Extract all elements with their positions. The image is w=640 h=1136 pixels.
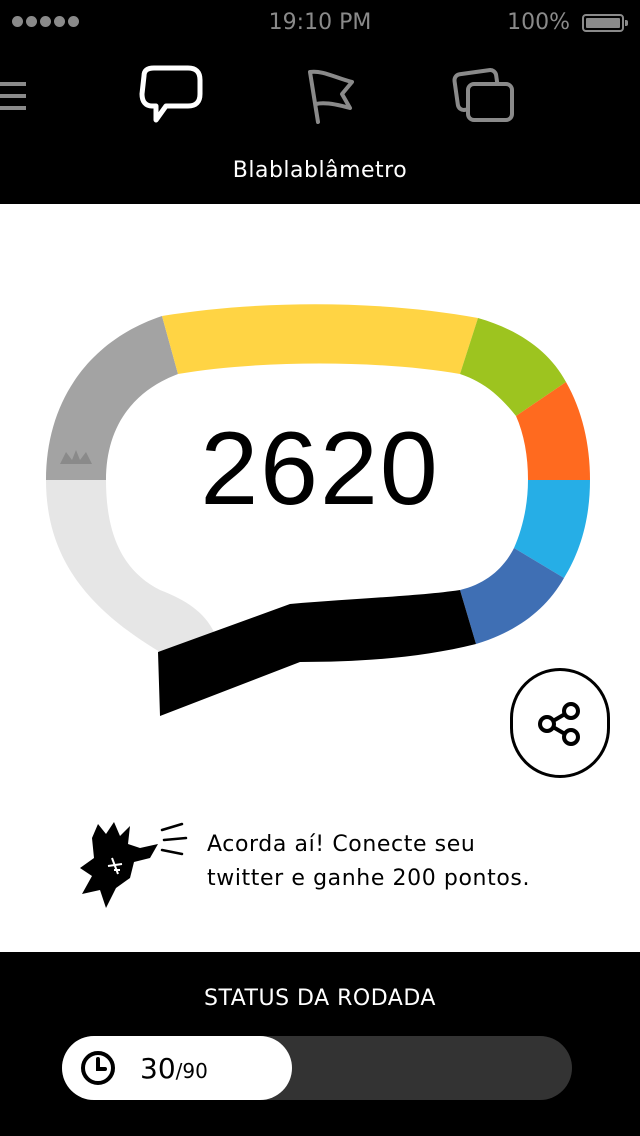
tab-blablablametro[interactable] xyxy=(134,64,206,130)
twitter-connect-promo[interactable]: Acorda aí! Conecte seu twitter e ganhe 2… xyxy=(207,828,607,896)
promo-line-1: Acorda aí! Conecte seu xyxy=(207,832,476,857)
round-status-title: STATUS DA RODADA xyxy=(204,986,436,1011)
battery-icon xyxy=(582,14,628,32)
share-icon xyxy=(538,702,580,746)
tab-cards[interactable] xyxy=(448,64,520,130)
battery-percent: 100% xyxy=(507,10,570,35)
round-total: /90 xyxy=(175,1059,208,1083)
page-title: Blablablâmetro xyxy=(232,158,408,183)
flag-icon xyxy=(308,69,354,124)
speech-bubble-icon xyxy=(139,65,203,123)
cards-icon xyxy=(452,68,514,122)
clock-icon xyxy=(81,1051,115,1085)
promo-line-2: twitter e ganhe 200 pontos. xyxy=(207,866,531,891)
share-button[interactable] xyxy=(510,668,610,778)
round-progress-track xyxy=(62,1036,572,1100)
round-status-panel: STATUS DA RODADA 30/90 xyxy=(0,952,640,1136)
gauge-segment-black xyxy=(158,590,476,716)
rooster-mascot-icon xyxy=(80,822,188,908)
tab-missions[interactable] xyxy=(296,64,368,130)
gauge-segment-yellow xyxy=(162,304,478,374)
round-current: 30 xyxy=(140,1052,176,1085)
top-bar: 19:10 PM 100% Blablablâmetro xyxy=(0,0,640,204)
status-bar: 19:10 PM 100% xyxy=(0,0,640,44)
score-value: 2620 xyxy=(200,411,440,527)
round-counter: 30/90 xyxy=(140,1052,208,1085)
menu-icon[interactable] xyxy=(0,78,30,114)
